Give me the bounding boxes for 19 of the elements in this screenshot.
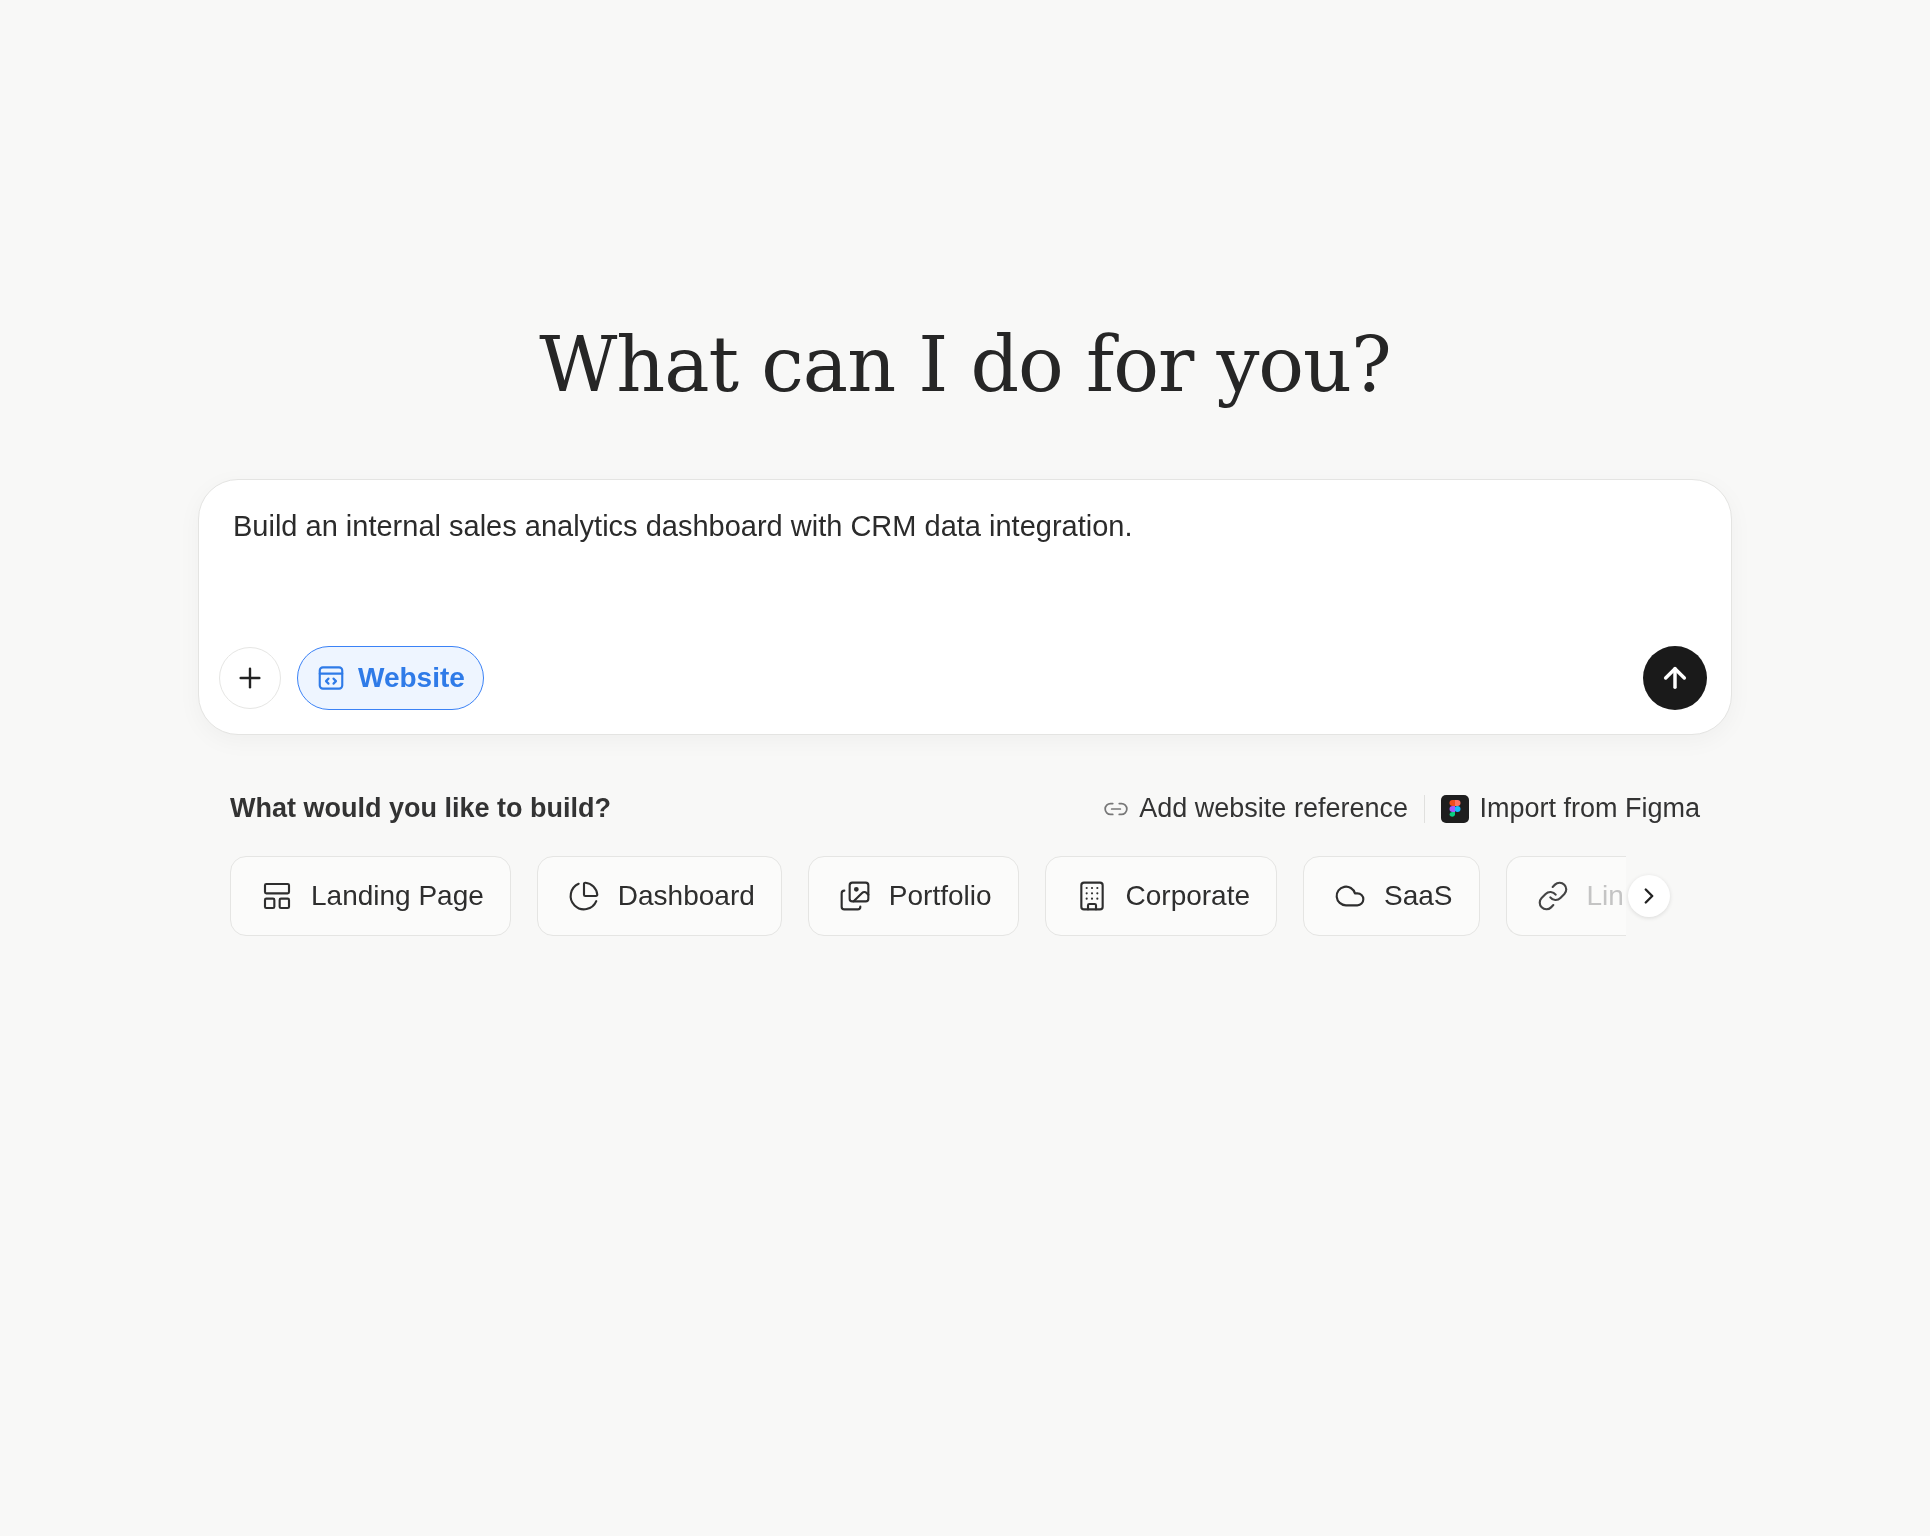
category-chip[interactable]: SaaS bbox=[1303, 856, 1480, 936]
link-icon bbox=[1536, 880, 1569, 912]
page-heading: What can I do for you? bbox=[539, 320, 1391, 409]
category-chip[interactable]: Corporate bbox=[1044, 856, 1278, 936]
figma-import-link[interactable]: Import from Figma bbox=[1441, 793, 1700, 824]
category-chip[interactable]: Dashboard bbox=[536, 856, 782, 936]
prompt-box[interactable]: Build an internal sales analytics dashboard with CRM data integration. Website bbox=[198, 479, 1732, 735]
add-reference-link[interactable]: Add website reference bbox=[1103, 793, 1408, 824]
pie-chart-icon bbox=[567, 880, 600, 912]
prompt-input[interactable]: Build an internal sales analytics dashboard with CRM data integration. bbox=[223, 508, 1707, 646]
section-title: What would you like to build? bbox=[230, 793, 611, 824]
code-window-icon bbox=[316, 663, 346, 693]
category-chip[interactable]: Portfolio bbox=[807, 856, 1019, 936]
website-mode-chip[interactable]: Website bbox=[297, 646, 484, 710]
images-icon bbox=[838, 880, 871, 912]
figma-icon bbox=[1441, 794, 1470, 823]
next-button[interactable] bbox=[1627, 875, 1670, 917]
layout-icon bbox=[261, 880, 293, 912]
category-chip[interactable]: Landing Page bbox=[230, 856, 511, 936]
